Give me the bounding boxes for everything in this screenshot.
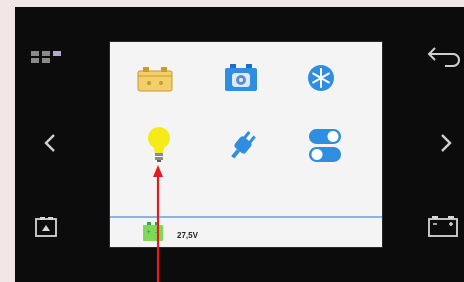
annotation-arrow: [153, 165, 163, 282]
display-screen: + - 27,5V: [110, 42, 382, 247]
power-plug-button[interactable]: [228, 128, 258, 167]
chevron-left-icon: [44, 134, 55, 152]
toggle-switch-icon: [309, 129, 341, 162]
plug-icon: [231, 131, 256, 159]
left-battery-button[interactable]: [34, 216, 58, 243]
battery-settings-button[interactable]: [223, 62, 259, 97]
back-button[interactable]: [425, 46, 461, 73]
chevron-right-icon: [441, 134, 452, 152]
solar-battery-button[interactable]: [137, 64, 173, 97]
next-button[interactable]: [439, 133, 453, 158]
switches-button[interactable]: [308, 128, 342, 169]
svg-text:+: +: [147, 230, 151, 236]
menu-grid-button[interactable]: [30, 49, 70, 70]
battery-settings-icon: [225, 64, 257, 91]
return-arrow-icon: [427, 47, 460, 67]
snowflake-icon: [308, 65, 334, 91]
prev-button[interactable]: [43, 133, 57, 158]
status-bar: + - 27,5V: [110, 216, 382, 249]
cooling-button[interactable]: [307, 64, 335, 97]
light-button[interactable]: [146, 126, 172, 169]
grid-icon: [31, 51, 61, 63]
battery-icon: [35, 217, 57, 237]
solar-battery-icon: [137, 67, 173, 92]
battery-icon: [428, 216, 458, 237]
battery-voltage: 27,5V: [177, 231, 198, 240]
right-battery-button[interactable]: [427, 214, 459, 243]
light-bulb-icon: [148, 127, 170, 162]
